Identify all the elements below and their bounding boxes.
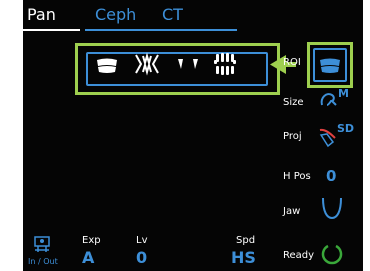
- tab-ct[interactable]: CT: [162, 5, 183, 25]
- head-size-icon[interactable]: [319, 91, 339, 107]
- jaw-label: Jaw: [283, 206, 301, 217]
- roi-label: ROI: [283, 57, 301, 68]
- jaw-shape-icon[interactable]: [321, 196, 343, 220]
- roi-selected-full-arch-icon[interactable]: [318, 55, 342, 75]
- size-value: M: [338, 87, 349, 100]
- ready-label: Ready: [283, 250, 315, 261]
- proj-value: SD: [337, 122, 355, 135]
- tab-pan[interactable]: Pan: [27, 5, 56, 25]
- size-label: Size: [283, 97, 304, 108]
- molar-teeth-icon[interactable]: [176, 56, 200, 72]
- control-panel-screen: Pan Ceph CT ROI Size M Proj SD H Pos 0 J…: [23, 0, 363, 271]
- exp-value[interactable]: A: [82, 248, 94, 267]
- proj-label: Proj: [283, 131, 302, 142]
- anterior-teeth-icon[interactable]: [132, 52, 162, 76]
- lv-value[interactable]: 0: [136, 248, 147, 267]
- tab-pan-underline: [23, 29, 80, 31]
- exp-label: Exp: [82, 235, 101, 246]
- tab-ceph[interactable]: Ceph: [95, 5, 136, 25]
- ready-indicator-icon: [321, 244, 343, 265]
- full-arch-icon[interactable]: [95, 55, 119, 75]
- hpos-value[interactable]: 0: [326, 167, 336, 185]
- spd-value[interactable]: HS: [231, 248, 256, 267]
- spd-label: Spd: [236, 235, 256, 246]
- hpos-label: H Pos: [283, 171, 311, 182]
- lv-label: Lv: [136, 235, 148, 246]
- patient-in-out-icon[interactable]: [33, 235, 51, 253]
- inout-label: In / Out: [28, 257, 58, 266]
- bitewing-icon[interactable]: [211, 52, 239, 76]
- tab-underline-inactive: [85, 29, 237, 31]
